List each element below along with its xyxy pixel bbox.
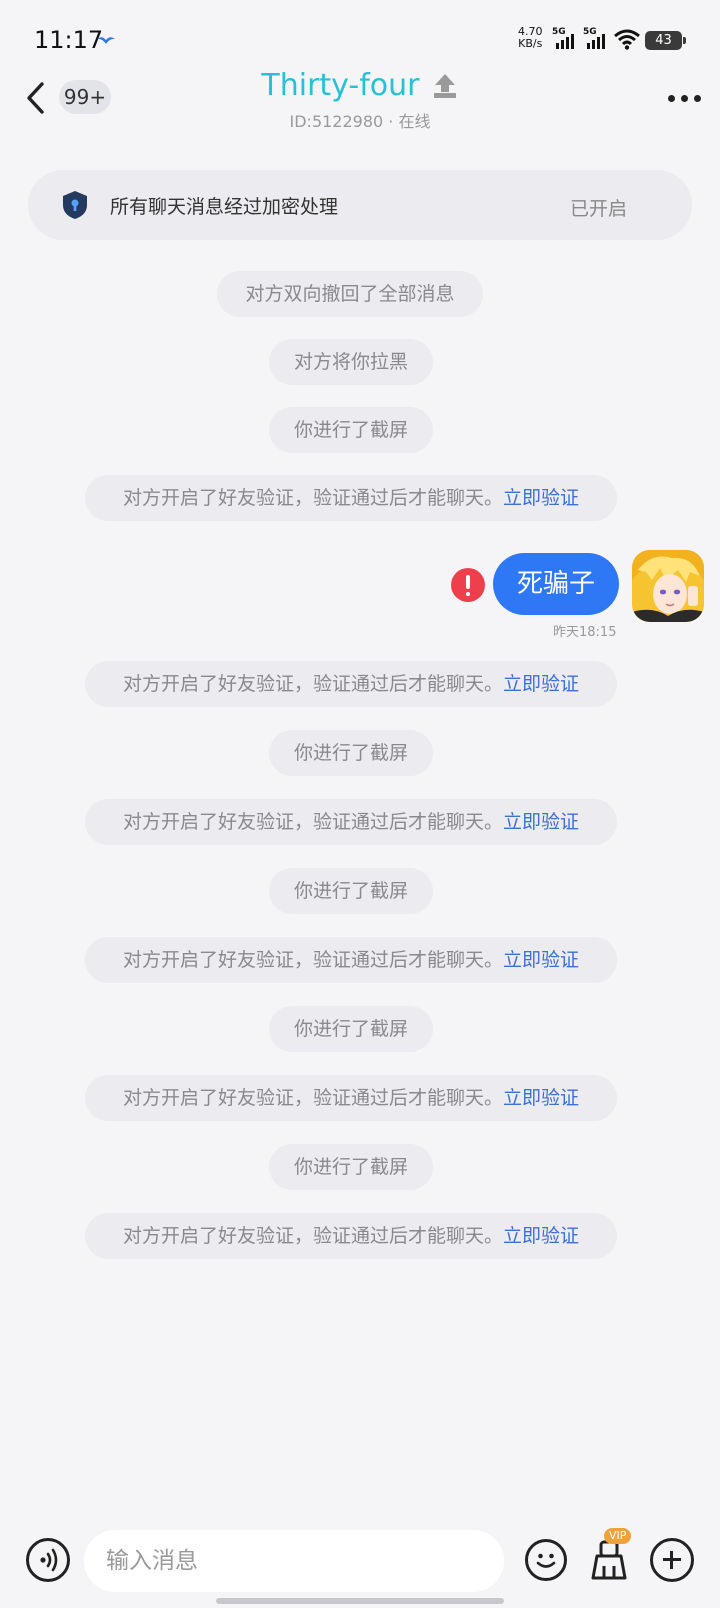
plus-icon[interactable] [650, 1538, 694, 1582]
home-indicator[interactable] [216, 1598, 504, 1604]
emoji-icon[interactable] [525, 1539, 567, 1581]
shield-icon [63, 191, 87, 219]
message-input[interactable] [84, 1530, 504, 1592]
system-message-verify: 对方开启了好友验证，验证通过后才能聊天。立即验证 [85, 1075, 617, 1121]
system-message: 你进行了截屏 [269, 1006, 433, 1052]
network-speed: 4.70 KB/s [518, 25, 543, 50]
system-message: 对方将你拉黑 [269, 339, 433, 385]
system-message: 你进行了截屏 [269, 730, 433, 776]
encryption-notice[interactable]: 所有聊天消息经过加密处理 已开启 [28, 170, 692, 240]
voice-icon[interactable] [26, 1538, 70, 1582]
send-failed-icon[interactable] [451, 568, 485, 602]
system-message: 对方双向撤回了全部消息 [217, 271, 483, 317]
verify-now-link[interactable]: 立即验证 [503, 487, 579, 509]
encryption-text: 所有聊天消息经过加密处理 [110, 196, 339, 218]
system-message-verify: 对方开启了好友验证，验证通过后才能聊天。立即验证 [85, 799, 617, 845]
verify-now-link[interactable]: 立即验证 [503, 949, 579, 971]
system-message: 你进行了截屏 [269, 407, 433, 453]
chat-subtitle: ID:5122980 · 在线 [289, 112, 431, 131]
chat-title[interactable]: Thirty-four [261, 68, 419, 103]
encryption-status: 已开启 [570, 198, 628, 220]
chat-header: 99+ Thirty-four ID:5122980 · 在线 [0, 60, 720, 140]
outgoing-message-bubble[interactable]: 死骗子 [493, 553, 619, 615]
system-message-verify: 对方开启了好友验证，验证通过后才能聊天。立即验证 [85, 475, 617, 521]
verify-now-link[interactable]: 立即验证 [503, 673, 579, 695]
input-bar: VIP [0, 1518, 720, 1608]
battery-icon: 43 [645, 31, 686, 50]
signal-icon-sim2: 5G [583, 27, 611, 51]
status-time: 11:17 [34, 26, 104, 54]
chat-screen: 11:17 4.70 KB/s 5G 5G 43 99+ Thirty-four… [0, 0, 720, 1608]
system-message: 你进行了截屏 [269, 1144, 433, 1190]
verify-now-link[interactable]: 立即验证 [503, 1225, 579, 1247]
more-icon[interactable] [668, 95, 702, 103]
wifi-icon [614, 29, 640, 50]
signal-icon-sim1: 5G [552, 27, 580, 51]
verify-now-link[interactable]: 立即验证 [503, 811, 579, 833]
vip-badge: VIP [604, 1528, 632, 1544]
system-message-verify: 对方开启了好友验证，验证通过后才能聊天。立即验证 [85, 661, 617, 707]
system-message-verify: 对方开启了好友验证，验证通过后才能聊天。立即验证 [85, 937, 617, 983]
avatar[interactable] [632, 550, 704, 622]
system-message-verify: 对方开启了好友验证，验证通过后才能聊天。立即验证 [85, 1213, 617, 1259]
bird-icon [97, 37, 115, 44]
message-timestamp: 昨天18:15 [553, 625, 617, 640]
top-badge-icon [433, 73, 456, 98]
verify-now-link[interactable]: 立即验证 [503, 1087, 579, 1109]
system-message: 你进行了截屏 [269, 868, 433, 914]
title-row: Thirty-four [0, 68, 720, 103]
